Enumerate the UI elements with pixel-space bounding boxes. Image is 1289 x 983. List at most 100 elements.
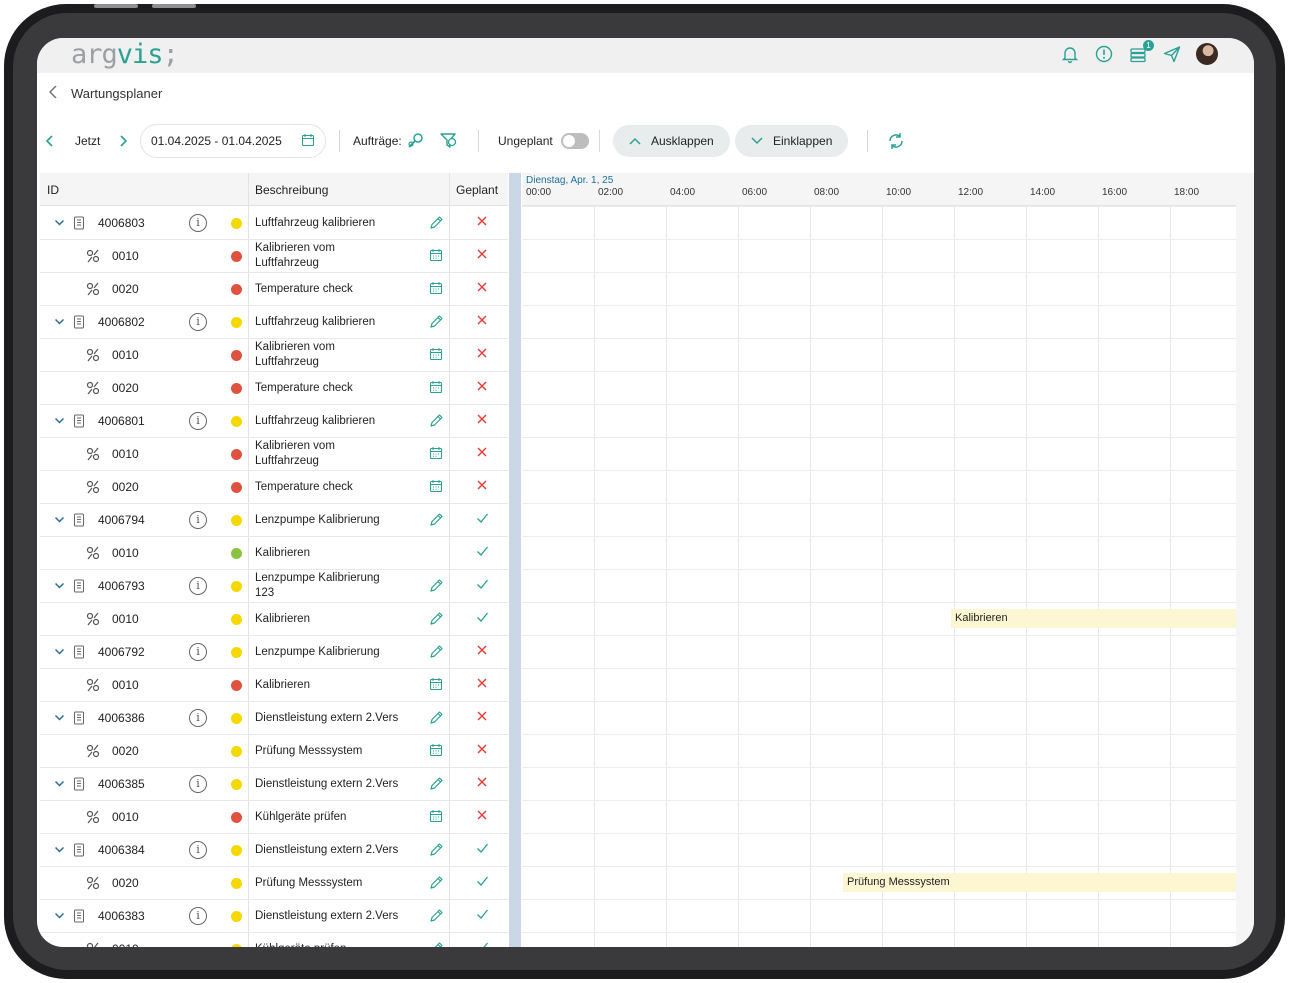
info-icon[interactable]: i bbox=[189, 313, 207, 331]
info-icon[interactable]: i bbox=[189, 214, 207, 232]
pencil-icon[interactable] bbox=[429, 512, 444, 530]
calendar-icon[interactable] bbox=[429, 677, 443, 694]
stack-icon[interactable]: 1 bbox=[1128, 40, 1154, 64]
table-row-operation[interactable]: 0020 Temperature check bbox=[40, 273, 508, 306]
table-row-operation[interactable]: 0020 Prüfung Messsystem bbox=[40, 867, 508, 900]
info-icon[interactable]: i bbox=[189, 511, 207, 529]
calendar-icon[interactable] bbox=[429, 809, 443, 826]
description-text: Prüfung Messsystem bbox=[255, 876, 420, 891]
chevron-down-icon[interactable] bbox=[54, 514, 65, 528]
table-row-operation[interactable]: 0010 Kalibrieren vom Luftfahrzeug bbox=[40, 339, 508, 372]
chevron-down-icon[interactable] bbox=[54, 712, 65, 726]
table-row-operation[interactable]: 0010 Kalibrieren bbox=[40, 669, 508, 702]
info-icon[interactable]: i bbox=[189, 841, 207, 859]
pencil-icon[interactable] bbox=[429, 710, 444, 728]
chevron-down-icon[interactable] bbox=[54, 217, 65, 231]
chevron-down-icon[interactable] bbox=[54, 415, 65, 429]
table-row-order[interactable]: 4006792 i Lenzpumpe Kalibrierung bbox=[40, 636, 508, 669]
app-logo[interactable]: argvis; bbox=[71, 39, 179, 70]
table-row-operation[interactable]: 0010 Kalibrieren bbox=[40, 603, 508, 636]
table-row-order[interactable]: 4006385 i Dienstleistung extern 2.Vers bbox=[40, 768, 508, 801]
column-header-id[interactable]: ID bbox=[47, 183, 59, 197]
operation-icon bbox=[85, 611, 101, 630]
chevron-down-icon[interactable] bbox=[54, 316, 65, 330]
pencil-icon[interactable] bbox=[429, 314, 444, 332]
pencil-icon[interactable] bbox=[429, 941, 444, 947]
send-icon[interactable] bbox=[1162, 44, 1182, 64]
info-icon[interactable]: i bbox=[189, 775, 207, 793]
chevron-down-icon[interactable] bbox=[54, 646, 65, 660]
search-orders-icon[interactable] bbox=[406, 124, 426, 158]
table-row-operation[interactable]: 0010 Kühlgeräte prüfen bbox=[40, 933, 508, 947]
table-row-order[interactable]: 4006803 i Luftfahrzeug kalibrieren bbox=[40, 207, 508, 240]
table-row-operation[interactable]: 0010 Kalibrieren vom Luftfahrzeug bbox=[40, 240, 508, 273]
info-icon[interactable]: i bbox=[189, 709, 207, 727]
alert-circle-icon[interactable] bbox=[1094, 44, 1114, 64]
unplanned-toggle[interactable]: Ungeplant bbox=[498, 124, 589, 158]
scroll-gutter[interactable] bbox=[1236, 173, 1254, 947]
table-row-order[interactable]: 4006383 i Dienstleistung extern 2.Vers bbox=[40, 900, 508, 933]
info-icon[interactable]: i bbox=[189, 907, 207, 925]
back-icon[interactable] bbox=[47, 84, 59, 103]
table-row-operation[interactable]: 0010 Kalibrieren bbox=[40, 537, 508, 570]
calendar-icon[interactable] bbox=[429, 380, 443, 397]
gantt-bar[interactable]: Kalibrieren bbox=[951, 609, 1236, 628]
chevron-down-icon[interactable] bbox=[54, 910, 65, 924]
table-row-order[interactable]: 4006794 i Lenzpumpe Kalibrierung bbox=[40, 504, 508, 537]
splitter-handle[interactable] bbox=[509, 173, 521, 947]
pencil-icon[interactable] bbox=[429, 215, 444, 233]
timeline-hour-label: 04:00 bbox=[670, 187, 696, 198]
table-row-order[interactable]: 4006384 i Dienstleistung extern 2.Vers bbox=[40, 834, 508, 867]
info-icon[interactable]: i bbox=[189, 643, 207, 661]
timeline-hour-label: 02:00 bbox=[598, 187, 624, 198]
calendar-icon[interactable] bbox=[429, 446, 443, 463]
table-row-order[interactable]: 4006801 i Luftfahrzeug kalibrieren bbox=[40, 405, 508, 438]
column-header-planned[interactable]: Geplant bbox=[456, 183, 498, 197]
bell-icon[interactable] bbox=[1060, 44, 1080, 64]
chevron-down-icon[interactable] bbox=[54, 580, 65, 594]
timeline-row-line bbox=[522, 239, 1236, 240]
chevron-down-icon[interactable] bbox=[54, 778, 65, 792]
filter-orders-icon[interactable] bbox=[439, 124, 459, 158]
description-text: Dienstleistung extern 2.Vers bbox=[255, 711, 420, 726]
chevron-down-icon[interactable] bbox=[54, 844, 65, 858]
table-row-order[interactable]: 4006793 i Lenzpumpe Kalibrierung 123 bbox=[40, 570, 508, 603]
info-icon[interactable]: i bbox=[189, 577, 207, 595]
column-header-description[interactable]: Beschreibung bbox=[255, 183, 328, 197]
calendar-icon[interactable] bbox=[429, 479, 443, 496]
expand-button[interactable]: Ausklappen bbox=[613, 125, 730, 157]
avatar[interactable] bbox=[1196, 43, 1218, 65]
pencil-icon[interactable] bbox=[429, 413, 444, 431]
now-button[interactable]: Jetzt bbox=[75, 124, 100, 158]
calendar-icon[interactable] bbox=[429, 281, 443, 298]
refresh-icon[interactable] bbox=[886, 124, 906, 158]
next-day-button[interactable] bbox=[118, 124, 128, 158]
pencil-icon[interactable] bbox=[429, 776, 444, 794]
pencil-icon[interactable] bbox=[429, 908, 444, 926]
table-row-order[interactable]: 4006386 i Dienstleistung extern 2.Vers bbox=[40, 702, 508, 735]
calendar-icon[interactable] bbox=[429, 743, 443, 760]
table-row-operation[interactable]: 0020 Temperature check bbox=[40, 471, 508, 504]
pencil-icon[interactable] bbox=[429, 842, 444, 860]
table-row-operation[interactable]: 0020 Prüfung Messsystem bbox=[40, 735, 508, 768]
gantt-bar[interactable]: Prüfung Messsystem bbox=[843, 873, 1236, 892]
calendar-icon[interactable] bbox=[429, 347, 443, 364]
date-range-field[interactable]: 01.04.2025 - 01.04.2025 bbox=[140, 124, 326, 158]
calendar-icon[interactable] bbox=[301, 133, 315, 150]
collapse-button[interactable]: Einklappen bbox=[735, 125, 849, 157]
table-row-order[interactable]: 4006802 i Luftfahrzeug kalibrieren bbox=[40, 306, 508, 339]
pencil-icon[interactable] bbox=[429, 875, 444, 893]
description-line: Lenzpumpe Kalibrierung bbox=[255, 646, 380, 658]
description-text: Temperature check bbox=[255, 282, 420, 297]
toggle-switch[interactable] bbox=[560, 133, 589, 149]
table-row-operation[interactable]: 0010 Kalibrieren vom Luftfahrzeug bbox=[40, 438, 508, 471]
table-row-operation[interactable]: 0020 Temperature check bbox=[40, 372, 508, 405]
pencil-icon[interactable] bbox=[429, 611, 444, 629]
calendar-icon[interactable] bbox=[429, 248, 443, 265]
pencil-icon[interactable] bbox=[429, 578, 444, 596]
prev-day-button[interactable] bbox=[45, 124, 55, 158]
pencil-icon[interactable] bbox=[429, 644, 444, 662]
operation-id: 0020 bbox=[112, 876, 139, 890]
info-icon[interactable]: i bbox=[189, 412, 207, 430]
table-row-operation[interactable]: 0010 Kühlgeräte prüfen bbox=[40, 801, 508, 834]
